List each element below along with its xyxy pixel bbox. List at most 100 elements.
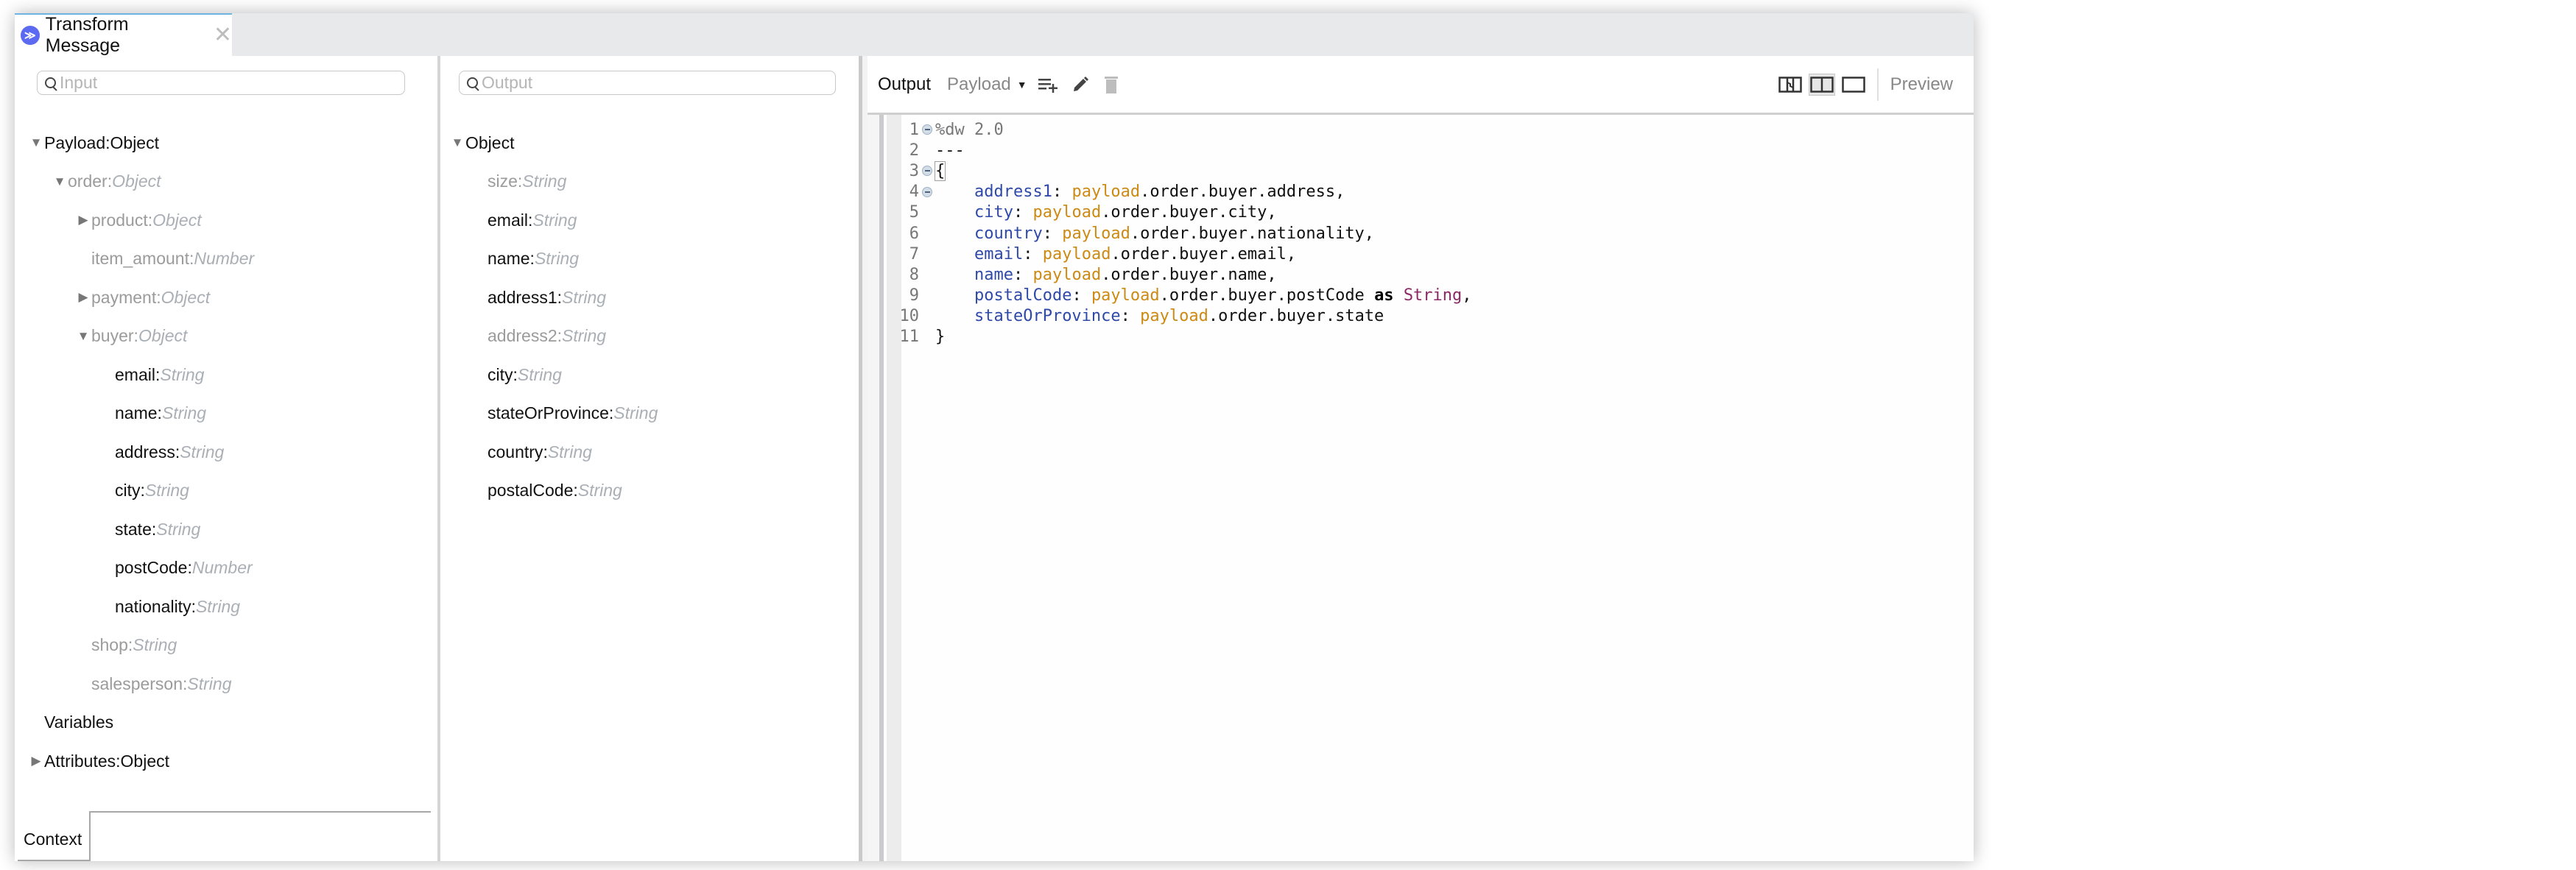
code-line: 7 email: payload .order.buyer.email, (897, 244, 1472, 264)
tree-node[interactable]: nationality : String (15, 587, 437, 626)
code-token-key: name (974, 265, 1013, 284)
tree-node-label: address1 (488, 287, 557, 307)
code-token-plain: .order.buyer.name, (1101, 265, 1277, 284)
script-only-layout-button[interactable] (1840, 74, 1867, 96)
tree-node[interactable]: name : String (15, 395, 437, 434)
layout-controls: Preview (1772, 56, 1953, 113)
input-search-field[interactable] (37, 71, 405, 95)
tree-node-label: country (488, 442, 543, 461)
context-content (89, 811, 431, 861)
context-area: Context (15, 811, 437, 861)
tree-node[interactable]: size : String (442, 163, 858, 202)
tree-node[interactable]: ▼ buyer : Object (15, 317, 437, 356)
tree-node[interactable]: salesperson : String (15, 665, 437, 704)
tree-node[interactable]: item_amount : Number (15, 240, 437, 279)
code-token-plain: .order.buyer.email, (1111, 244, 1297, 264)
tree-node[interactable]: country : String (442, 433, 858, 472)
tree-node[interactable]: email : String (442, 201, 858, 240)
code-editor[interactable]: 1 %dw 2.0 2 --- 3{4 address1: payload .order.… (868, 115, 1974, 861)
output-search-input[interactable] (482, 73, 806, 93)
code-lines[interactable]: 1 %dw 2.0 2 --- 3{4 address1: payload .order.… (897, 119, 1472, 347)
output-search-field[interactable] (459, 71, 836, 95)
add-list-icon[interactable] (1038, 77, 1058, 93)
preview-button[interactable]: Preview (1890, 74, 1953, 95)
fold-toggle-icon[interactable] (919, 186, 935, 197)
tree-node[interactable]: name : String (442, 240, 858, 279)
line-number: 5 (909, 203, 919, 222)
tree-node-type: String (180, 442, 225, 461)
tree-node[interactable]: ▶ Attributes : Object (15, 742, 437, 781)
input-search-input[interactable] (60, 73, 384, 93)
tree-node[interactable]: postalCode : String (442, 472, 858, 511)
tree-node-label: name (488, 249, 530, 269)
tree-node-type: String (161, 403, 207, 423)
tree-node[interactable]: ▶ payment : Object (15, 278, 437, 317)
tree-node[interactable]: Variables (15, 704, 437, 743)
code-token-plain: : (1013, 203, 1033, 222)
context-tab[interactable]: Context (24, 830, 82, 849)
code-line: 6 country: payload .order.buyer.nationali… (897, 223, 1472, 244)
tree-node-label: Payload (44, 132, 106, 152)
tree-node[interactable]: address : String (15, 433, 437, 472)
code-token-plain: .order.buyer.state (1208, 307, 1384, 326)
line-number: 9 (909, 286, 919, 305)
tree-node[interactable]: stateOrProvince : String (442, 395, 858, 434)
expand-triangle-down-icon[interactable]: ▼ (53, 174, 66, 189)
expand-triangle-down-icon[interactable]: ▼ (77, 329, 90, 344)
close-icon[interactable]: ✕ (214, 24, 232, 46)
code-line: 4 address1: payload .order.buyer.address, (897, 182, 1472, 202)
expand-triangle-down-icon[interactable]: ▼ (29, 135, 43, 150)
splitter-gap (862, 56, 868, 861)
code-token-payload: payload (1071, 183, 1141, 202)
caret-down-icon: ▼ (1016, 78, 1027, 91)
tree-node[interactable]: email : String (15, 356, 437, 395)
expand-triangle-right-icon[interactable]: ▶ (77, 213, 90, 227)
split-layout-icon (1809, 76, 1834, 93)
tree-node-type: String (613, 403, 658, 423)
line-number: 3 (909, 161, 919, 180)
tree-node[interactable]: address2 : String (442, 317, 858, 356)
tree-node[interactable]: address1 : String (442, 278, 858, 317)
pencil-icon[interactable] (1071, 76, 1089, 93)
tree-node-type: Number (194, 249, 255, 269)
tree-node-label: address2 (488, 326, 557, 346)
fold-toggle-icon[interactable] (919, 124, 935, 135)
tree-node[interactable]: city : String (442, 356, 858, 395)
tree-node[interactable]: ▶ product : Object (15, 201, 437, 240)
code-token-key: country (974, 224, 1043, 243)
panel-splitter-left[interactable] (437, 56, 440, 861)
toolbar-divider (1876, 68, 1879, 101)
line-number: 2 (909, 141, 919, 160)
tree-node-label: Variables (44, 712, 114, 732)
tree-node[interactable]: city : String (15, 472, 437, 511)
tree-node-type: String (144, 481, 189, 501)
tree-node[interactable]: state : String (15, 510, 437, 549)
tree-node-type: String (532, 210, 577, 230)
script-toolbar: Output Payload ▼ Preview (868, 56, 1974, 115)
tab-bar: ≫ Transform Message ✕ (15, 13, 1974, 56)
graphics-and-script-layout-button[interactable] (1777, 74, 1803, 96)
tree-node[interactable]: shop : String (15, 626, 437, 665)
expand-triangle-right-icon[interactable]: ▶ (77, 290, 90, 305)
fold-toggle-icon[interactable] (919, 166, 935, 177)
code-token-payload: payload (1042, 244, 1111, 264)
tab-transform-message[interactable]: ≫ Transform Message ✕ (15, 13, 232, 56)
code-line: 1 %dw 2.0 (897, 119, 1472, 140)
code-token-plain: : (1120, 307, 1141, 326)
tree-node-type: Object (152, 210, 202, 230)
tree-node-label: postCode (115, 558, 188, 578)
tree-node-label: nationality (115, 596, 191, 616)
expand-triangle-right-icon[interactable]: ▶ (29, 754, 43, 768)
expand-triangle-down-icon[interactable]: ▼ (451, 135, 464, 150)
mapping-layout-icon (1778, 76, 1802, 93)
output-target-select[interactable]: Payload ▼ (947, 74, 1027, 95)
dataweave-logo-icon: ≫ (21, 26, 40, 45)
tree-node[interactable]: ▼ Payload : Object (15, 124, 437, 163)
split-layout-button[interactable] (1808, 73, 1835, 96)
tree-node[interactable]: ▼ order : Object (15, 163, 437, 202)
trash-icon[interactable] (1104, 75, 1119, 94)
tree-node[interactable]: ▼ Object (442, 124, 858, 163)
tree-node[interactable]: postCode : Number (15, 549, 437, 588)
